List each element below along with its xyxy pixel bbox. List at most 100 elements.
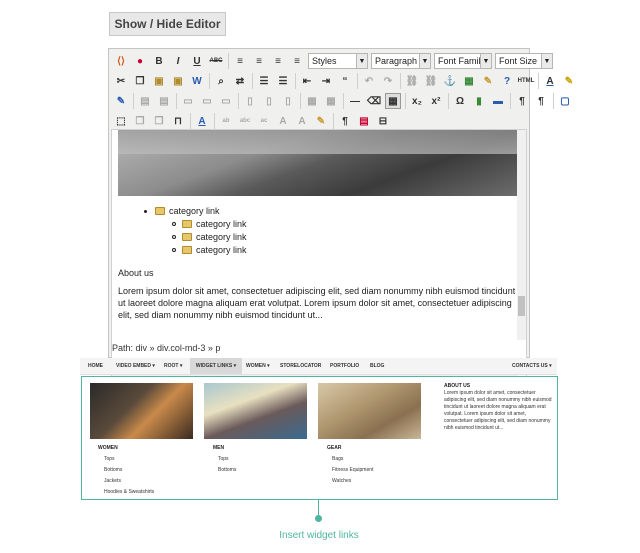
acronym-icon[interactable]: ac: [256, 113, 272, 129]
strikethrough-icon[interactable]: ABC: [208, 53, 224, 69]
absolute-icon[interactable]: ⊓: [170, 113, 186, 129]
italic-icon[interactable]: I: [170, 53, 186, 69]
vertical-scroll-thumb[interactable]: [518, 296, 525, 316]
font-size-dropdown[interactable]: Font Size ▼: [495, 53, 553, 69]
horizontal-rule-icon[interactable]: —: [347, 93, 363, 109]
undo-icon[interactable]: ↶: [361, 73, 377, 89]
rtl-icon[interactable]: ¶: [533, 93, 549, 109]
image-icon[interactable]: ▦: [461, 73, 477, 89]
nav-item-blog[interactable]: BLOG: [370, 358, 384, 374]
indent-icon[interactable]: ⇥: [318, 73, 334, 89]
styles-dropdown[interactable]: Styles ▼: [308, 53, 368, 69]
category-link[interactable]: category link: [196, 245, 247, 255]
align-right-icon[interactable]: ≡: [270, 53, 286, 69]
text-color-icon[interactable]: A: [542, 73, 558, 89]
nav-item-storelocator[interactable]: STORELOCATOR: [280, 358, 321, 374]
template-icon[interactable]: ▤: [356, 113, 372, 129]
col-before-icon[interactable]: ▯: [242, 93, 258, 109]
remove-format-icon[interactable]: ⌫: [366, 93, 382, 109]
cleanup-icon[interactable]: ✎: [480, 73, 496, 89]
superscript-icon[interactable]: x²: [428, 93, 444, 109]
category-link[interactable]: category link: [196, 232, 247, 242]
category-link[interactable]: category link: [169, 206, 220, 216]
col-after-icon[interactable]: ▯: [261, 93, 277, 109]
cut-icon[interactable]: ✂: [113, 73, 129, 89]
align-left-icon[interactable]: ≡: [232, 53, 248, 69]
outdent-icon[interactable]: ⇤: [299, 73, 315, 89]
replace-icon[interactable]: ⇄: [232, 73, 248, 89]
nav-item-video-embed[interactable]: VIDEO EMBED ▾: [116, 358, 155, 374]
women-thumbnail[interactable]: [90, 383, 193, 439]
paste-text-icon[interactable]: ▣: [170, 73, 186, 89]
anchor-icon[interactable]: ⚓: [442, 73, 458, 89]
subscript-icon[interactable]: x₂: [409, 93, 425, 109]
html-source-icon[interactable]: ⟨⟩: [113, 53, 129, 69]
visual-chars-icon[interactable]: ¶: [337, 113, 353, 129]
nav-item-root[interactable]: ROOT ▾: [164, 358, 182, 374]
move-forward-icon[interactable]: ❐: [132, 113, 148, 129]
format-dropdown[interactable]: Paragraph ▼: [371, 53, 431, 69]
column-link[interactable]: Fitness Equipment: [332, 467, 373, 473]
blockquote-icon[interactable]: “: [337, 73, 353, 89]
gear-thumbnail[interactable]: [318, 383, 421, 439]
fullscreen-icon[interactable]: ▢: [557, 93, 573, 109]
ltr-icon[interactable]: ¶: [514, 93, 530, 109]
column-link[interactable]: Bottoms: [218, 467, 236, 473]
abbr-icon[interactable]: abc: [237, 113, 253, 129]
merge-cells-icon[interactable]: ▦: [323, 93, 339, 109]
insert-table-icon[interactable]: ▤: [137, 93, 153, 109]
move-backward-icon[interactable]: ❐: [151, 113, 167, 129]
column-link[interactable]: Bags: [332, 456, 343, 462]
column-link[interactable]: Hoodies & Sweatshirts: [104, 489, 154, 495]
row-after-icon[interactable]: ▭: [199, 93, 215, 109]
column-link[interactable]: Watches: [332, 478, 351, 484]
cite-icon[interactable]: ab: [218, 113, 234, 129]
editor-content-area[interactable]: category link category link category lin…: [111, 129, 527, 377]
numbered-list-icon[interactable]: ☰: [275, 73, 291, 89]
background-color-icon[interactable]: ✎: [561, 73, 577, 89]
column-link[interactable]: Jackets: [104, 478, 121, 484]
column-link[interactable]: Tops: [104, 456, 115, 462]
nav-item-home[interactable]: HOME: [88, 358, 103, 374]
attribs-icon[interactable]: ✎: [313, 113, 329, 129]
table-props-icon[interactable]: ▤: [156, 93, 172, 109]
page-break-icon[interactable]: ⊟: [375, 113, 391, 129]
align-justify-icon[interactable]: ≡: [289, 53, 305, 69]
font-family-dropdown[interactable]: Font Family ▼: [434, 53, 492, 69]
find-icon[interactable]: ⌕: [213, 73, 229, 89]
media-icon[interactable]: ▮: [471, 93, 487, 109]
bullet-list-icon[interactable]: ☰: [256, 73, 272, 89]
help-icon[interactable]: ?: [499, 73, 515, 89]
bold-icon[interactable]: B: [151, 53, 167, 69]
style-props-icon[interactable]: A: [194, 113, 210, 129]
unlink-icon[interactable]: ⛓: [423, 73, 439, 89]
copy-icon[interactable]: ❐: [132, 73, 148, 89]
visual-aid-icon[interactable]: ▦: [385, 93, 401, 109]
underline-icon[interactable]: U: [189, 53, 205, 69]
del-icon[interactable]: A: [275, 113, 291, 129]
column-link[interactable]: Bottoms: [104, 467, 122, 473]
paste-icon[interactable]: ▣: [151, 73, 167, 89]
link-icon[interactable]: ⛓: [404, 73, 420, 89]
spellcheck-icon[interactable]: ●: [132, 53, 148, 69]
special-char-icon[interactable]: Ω: [452, 93, 468, 109]
delete-row-icon[interactable]: ▭: [218, 93, 234, 109]
nav-item-contacts[interactable]: CONTACTS US ▾: [512, 358, 552, 374]
paste-word-icon[interactable]: W: [189, 73, 205, 89]
men-thumbnail[interactable]: [204, 383, 307, 439]
row-before-icon[interactable]: ▭: [180, 93, 196, 109]
nav-item-widget-links[interactable]: WIDGET LINKS ▾: [190, 358, 242, 374]
insert-layer-icon[interactable]: ⬚: [113, 113, 129, 129]
nav-item-portfolio[interactable]: PORTFOLIO: [330, 358, 359, 374]
delete-col-icon[interactable]: ▯: [280, 93, 296, 109]
edit-css-icon[interactable]: ✎: [113, 93, 129, 109]
split-cells-icon[interactable]: ▦: [304, 93, 320, 109]
show-hide-editor-button[interactable]: Show / Hide Editor: [109, 12, 226, 36]
redo-icon[interactable]: ↷: [380, 73, 396, 89]
column-link[interactable]: Tops: [218, 456, 229, 462]
html-icon[interactable]: HTML: [518, 73, 535, 89]
nonbreaking-icon[interactable]: ▬: [490, 93, 506, 109]
category-link[interactable]: category link: [196, 219, 247, 229]
nav-item-women[interactable]: WOMEN ▾: [246, 358, 270, 374]
ins-icon[interactable]: A: [294, 113, 310, 129]
